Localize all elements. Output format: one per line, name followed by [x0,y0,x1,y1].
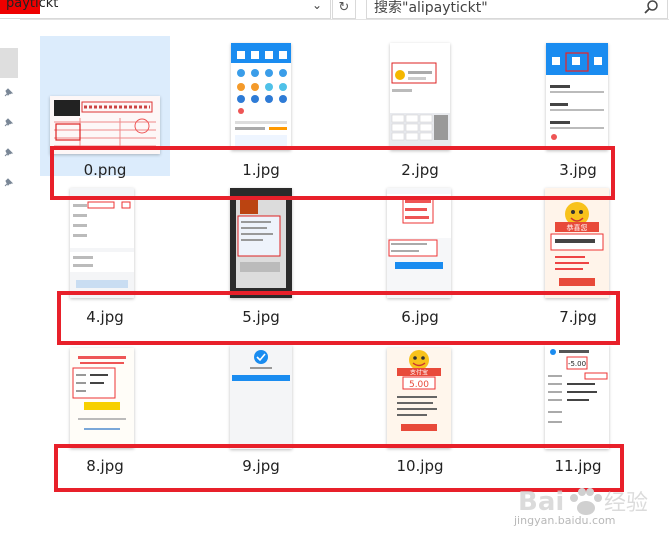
thumbnail-7: 恭喜您 [545,188,609,298]
address-text: paytickt [6,0,59,11]
top-bar: paytickt ⌄ ↻ 搜索"alipaytickt" [0,0,669,20]
thumbnail-11: -5.00 [545,345,609,449]
pin-icon[interactable] [2,177,14,189]
pin-icon[interactable] [2,117,14,129]
refresh-button[interactable]: ↻ [332,0,356,19]
thumbnail-10: 支付宝 5.00 [387,348,451,448]
svg-text:Bai: Bai [518,487,564,517]
search-icon[interactable] [643,0,659,15]
thumbnail-1 [231,43,291,150]
search-box[interactable]: 搜索"alipaytickt" [366,0,668,19]
thumbnail-5 [230,188,292,298]
thumbnail-6 [387,188,451,298]
thumbnail-8 [70,348,134,448]
pin-icon[interactable] [2,87,14,99]
thumbnail-2 [390,43,450,150]
thumb7-title: 恭喜您 [567,223,588,232]
thumb10-title: 支付宝 [410,369,428,377]
watermark-url: jingyan.baidu.com [514,514,616,527]
address-bar[interactable]: paytickt ⌄ [0,0,331,19]
pin-icon[interactable] [2,147,14,159]
thumb10-amount: 5.00 [409,380,429,390]
thumbnail-3 [546,43,608,150]
thumb11-amount: -5.00 [568,360,586,368]
highlight-box-row2 [57,291,620,345]
thumbnail-4 [70,188,134,298]
highlight-box-row1 [50,146,615,200]
thumbnail-9 [230,345,292,449]
baidu-watermark-logo: Bai 经验 [518,487,648,517]
svg-text:经验: 经验 [604,491,648,516]
chevron-down-icon[interactable]: ⌄ [312,0,322,12]
navigation-pane [0,19,20,545]
search-input[interactable]: 搜索"alipaytickt" [374,0,488,17]
nav-selected-item[interactable] [0,48,18,78]
